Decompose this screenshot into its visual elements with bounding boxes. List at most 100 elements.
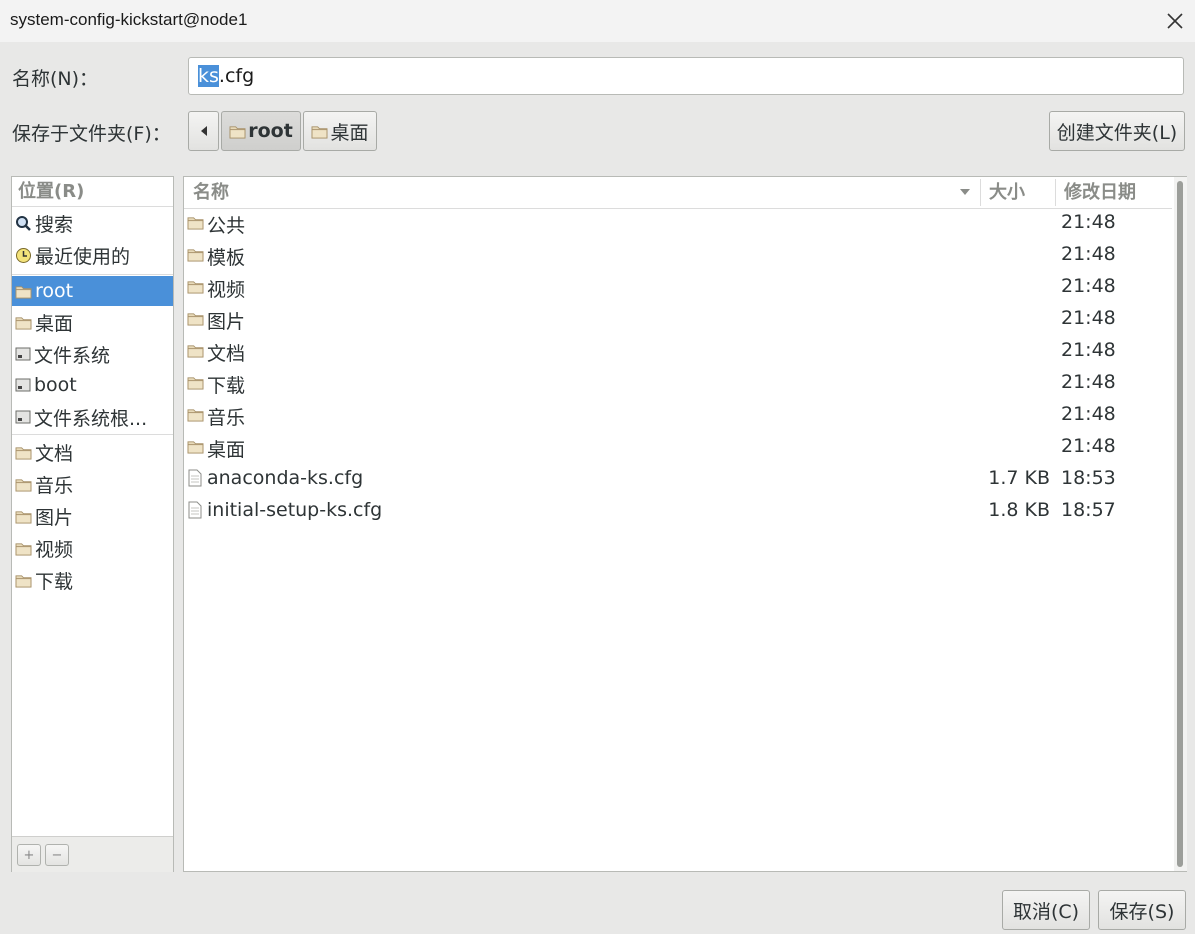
folder-icon <box>187 311 204 326</box>
file-modified: 21:48 <box>1061 403 1116 425</box>
folder-icon <box>187 343 204 358</box>
place-label: 桌面 <box>35 312 74 335</box>
file-name: 音乐 <box>207 407 246 429</box>
vertical-scrollbar[interactable] <box>1174 177 1187 871</box>
column-header-modified[interactable]: 修改日期 <box>1064 177 1136 208</box>
videos-folder-icon <box>15 541 32 556</box>
window-title: system-config-kickstart@node1 <box>10 10 248 29</box>
table-row[interactable]: anaconda-ks.cfg 1.7 KB 18:53 <box>184 464 1172 496</box>
triangle-left-icon <box>200 126 207 136</box>
table-row[interactable]: 图片 21:48 <box>184 304 1172 336</box>
add-bookmark-button[interactable]: + <box>17 844 41 866</box>
sort-descending-icon <box>960 189 970 195</box>
places-separator <box>12 274 173 275</box>
file-size: 1.8 KB <box>988 499 1050 521</box>
close-button[interactable] <box>1160 6 1190 36</box>
remove-bookmark-button[interactable]: − <box>45 844 69 866</box>
place-label: root <box>35 280 74 302</box>
places-toolbar: + − <box>12 836 173 872</box>
place-label: 图片 <box>35 506 74 529</box>
place-label: boot <box>34 374 77 396</box>
file-name: 模板 <box>207 247 246 269</box>
table-row[interactable]: initial-setup-ks.cfg 1.8 KB 18:57 <box>184 496 1172 528</box>
place-label: 下载 <box>35 570 74 593</box>
save-folder-label: 保存于文件夹(F)： <box>12 123 171 145</box>
name-label: 名称(N)： <box>12 68 99 90</box>
place-recent[interactable]: 最近使用的 <box>12 240 173 270</box>
close-icon <box>1167 13 1183 29</box>
column-divider <box>1055 179 1056 206</box>
filename-extension-text: .cfg <box>218 65 255 87</box>
drive-icon <box>15 377 31 393</box>
file-modified: 21:48 <box>1061 275 1116 297</box>
file-name: 桌面 <box>207 439 246 461</box>
scrollbar-thumb[interactable] <box>1177 181 1183 867</box>
folder-icon <box>187 279 204 294</box>
file-modified: 21:48 <box>1061 435 1116 457</box>
breadcrumb-root-label: root <box>248 120 293 142</box>
place-filesystem-root[interactable]: 文件系统根... <box>12 402 173 432</box>
file-name: 公共 <box>207 215 246 237</box>
file-name: 下载 <box>207 375 246 397</box>
place-documents[interactable]: 文档 <box>12 437 173 467</box>
breadcrumb-back-button[interactable] <box>188 111 219 151</box>
table-row[interactable]: 桌面 21:48 <box>184 432 1172 464</box>
place-videos[interactable]: 视频 <box>12 533 173 563</box>
file-name: initial-setup-ks.cfg <box>207 499 383 521</box>
add-bookmark-label: + <box>23 847 35 863</box>
folder-icon <box>187 439 204 454</box>
file-modified: 21:48 <box>1061 243 1116 265</box>
pictures-folder-icon <box>15 509 32 524</box>
file-modified: 21:48 <box>1061 371 1116 393</box>
file-name: 文档 <box>207 343 246 365</box>
remove-bookmark-label: − <box>51 847 63 863</box>
filename-input[interactable]: ks.cfg <box>188 57 1184 95</box>
drive-icon <box>15 346 31 362</box>
column-header-size[interactable]: 大小 <box>989 177 1025 208</box>
place-downloads[interactable]: 下载 <box>12 565 173 595</box>
recent-icon <box>16 247 31 263</box>
downloads-folder-icon <box>15 573 32 588</box>
folder-icon <box>187 247 204 262</box>
file-modified: 18:57 <box>1061 499 1116 521</box>
place-music[interactable]: 音乐 <box>12 469 173 499</box>
save-label: 保存(S) <box>1109 900 1175 923</box>
place-label: 搜索 <box>35 213 74 236</box>
desktop-folder-icon <box>15 315 32 330</box>
breadcrumb-desktop[interactable]: 桌面 <box>303 111 377 151</box>
save-button[interactable]: 保存(S) <box>1098 890 1186 930</box>
place-desktop[interactable]: 桌面 <box>12 307 173 337</box>
cancel-button[interactable]: 取消(C) <box>1002 890 1090 930</box>
documents-folder-icon <box>15 445 32 460</box>
table-row[interactable]: 音乐 21:48 <box>184 400 1172 432</box>
music-folder-icon <box>15 477 32 492</box>
place-label: 文件系统根... <box>34 407 148 430</box>
column-header-name[interactable]: 名称 <box>193 177 229 208</box>
file-name: 视频 <box>207 279 246 301</box>
table-row[interactable]: 文档 21:48 <box>184 336 1172 368</box>
table-row[interactable]: 下载 21:48 <box>184 368 1172 400</box>
place-label: 文件系统 <box>34 344 111 367</box>
file-list-header: 名称 大小 修改日期 <box>184 177 1172 209</box>
place-root[interactable]: root <box>12 276 173 306</box>
table-row[interactable]: 视频 21:48 <box>184 272 1172 304</box>
table-row[interactable]: 模板 21:48 <box>184 240 1172 272</box>
table-row[interactable]: 公共 21:48 <box>184 208 1172 240</box>
create-folder-button[interactable]: 创建文件夹(L) <box>1049 111 1185 151</box>
file-modified: 18:53 <box>1061 467 1116 489</box>
place-boot[interactable]: boot <box>12 370 173 400</box>
home-folder-icon <box>15 284 32 299</box>
column-divider <box>980 179 981 206</box>
folder-icon <box>187 375 204 390</box>
place-label: 最近使用的 <box>35 245 131 268</box>
folder-icon <box>187 407 204 422</box>
cancel-label: 取消(C) <box>1012 900 1080 923</box>
place-filesystem[interactable]: 文件系统 <box>12 339 173 369</box>
place-pictures[interactable]: 图片 <box>12 501 173 531</box>
places-sidebar: 位置(R) 搜索 最近使用的 root 桌面 文件系统 boot 文件系统根..… <box>11 176 174 872</box>
file-size: 1.7 KB <box>988 467 1050 489</box>
places-header[interactable]: 位置(R) <box>12 177 173 207</box>
breadcrumb-root[interactable]: root <box>221 111 301 151</box>
file-name: anaconda-ks.cfg <box>207 467 364 489</box>
place-search[interactable]: 搜索 <box>12 208 173 238</box>
